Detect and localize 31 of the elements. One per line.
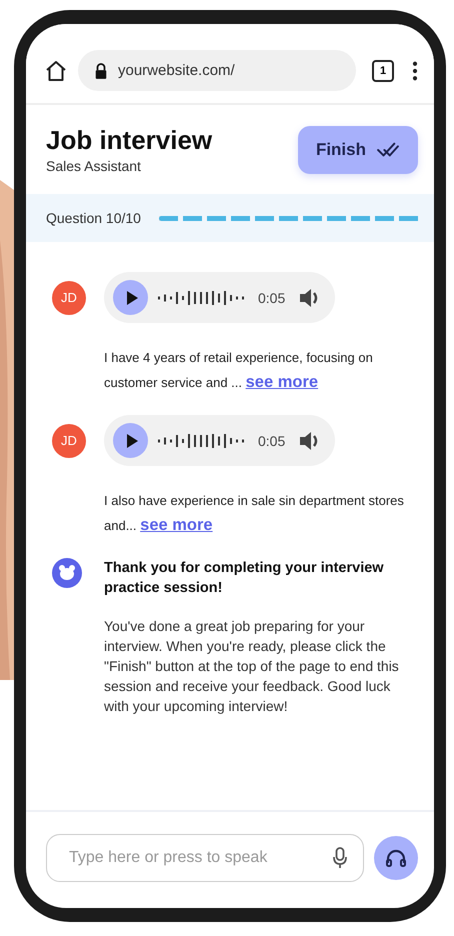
- audio-duration: 0:05: [258, 432, 286, 448]
- message-text: I also have experience in sale sin department stores and... see more: [104, 492, 405, 536]
- tab-count[interactable]: 1: [372, 60, 394, 82]
- double-check-icon: [376, 140, 400, 158]
- message-input[interactable]: Type here or press to speak: [46, 834, 364, 882]
- microphone-icon[interactable]: [333, 847, 347, 869]
- message-input-text[interactable]: Type here or press to speak: [67, 848, 333, 868]
- url-text: yourwebsite.com/: [118, 62, 235, 79]
- play-button[interactable]: [113, 423, 148, 458]
- play-icon: [126, 290, 138, 304]
- home-icon[interactable]: [44, 58, 68, 82]
- question-counter: Question 10/10: [46, 210, 141, 226]
- see-more-link[interactable]: see more: [140, 516, 213, 534]
- play-icon: [126, 434, 138, 448]
- user-avatar: JD: [52, 424, 86, 458]
- address-bar[interactable]: yourwebsite.com/: [78, 50, 356, 91]
- finish-button[interactable]: Finish: [298, 126, 418, 174]
- bear-avatar-icon: [52, 558, 82, 588]
- see-more-link[interactable]: see more: [246, 373, 318, 391]
- page-subtitle: Sales Assistant: [46, 158, 142, 174]
- user-avatar: JD: [52, 280, 86, 314]
- more-icon[interactable]: [412, 60, 418, 80]
- message-text: I have 4 years of retail experience, focusing on customer service and ... see more: [104, 349, 374, 393]
- audio-duration: 0:05: [258, 290, 286, 306]
- page-title: Job interview: [46, 125, 212, 156]
- message-text: You've done a great job preparing for your interview. When you're ready, please click the "Finish" button at the top of the page to end this session and receive your feedback. Good luck with your upcoming interview!: [104, 617, 400, 716]
- headphones-icon: [385, 848, 407, 868]
- headphones-button[interactable]: [374, 836, 418, 880]
- lock-icon: [94, 62, 108, 78]
- play-button[interactable]: [113, 280, 148, 315]
- message-title: Thank you for completing your interview practice session!: [104, 559, 385, 598]
